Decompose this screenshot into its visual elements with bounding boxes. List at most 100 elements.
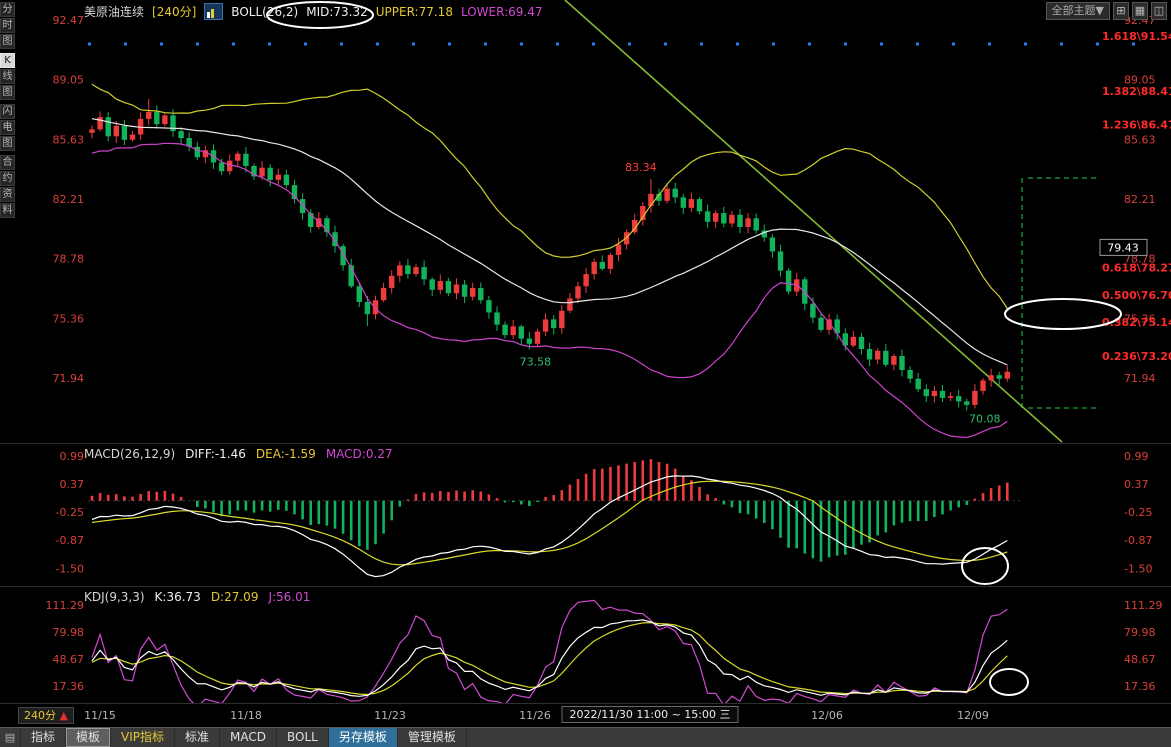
sidebar-item-1[interactable]: 分时图 (0, 2, 17, 49)
svg-text:1.382\88.41: 1.382\88.41 (1102, 85, 1171, 98)
svg-text:-0.25: -0.25 (56, 506, 84, 519)
svg-text:92.47: 92.47 (53, 14, 85, 27)
chart-canvas[interactable]: 92.4792.4789.0589.0585.6385.6382.2182.21… (0, 0, 1171, 747)
svg-text:79.98: 79.98 (53, 626, 85, 639)
date-label: 11/15 (84, 709, 116, 722)
candlestick-icon (204, 3, 223, 20)
svg-text:111.29: 111.29 (1124, 599, 1163, 612)
svg-text:0.500\76.70: 0.500\76.70 (1102, 289, 1171, 302)
svg-text:-0.87: -0.87 (56, 534, 84, 547)
sidebar-char: 线 (0, 69, 15, 84)
svg-text:0.236\73.20: 0.236\73.20 (1102, 350, 1171, 363)
svg-text:79.98: 79.98 (1124, 626, 1156, 639)
svg-text:0.99: 0.99 (60, 450, 85, 463)
date-label: 12/06 (811, 709, 843, 722)
svg-text:48.67: 48.67 (53, 653, 85, 666)
theme-dropdown[interactable]: 全部主题▼ (1046, 2, 1110, 20)
sidebar-item-3[interactable]: 闪电图 (0, 104, 17, 151)
kdj-d-value: D:27.09 (211, 590, 259, 604)
macd-macd-value: MACD:0.27 (326, 447, 393, 461)
svg-text:75.36: 75.36 (1124, 312, 1156, 325)
kdj-j-value: J:56.01 (268, 590, 310, 604)
svg-text:89.05: 89.05 (53, 74, 85, 87)
sidebar-char: K (0, 53, 15, 68)
kdj-k-value: K:36.73 (155, 590, 201, 604)
sidebar-char: 图 (0, 85, 15, 100)
svg-text:89.05: 89.05 (1124, 74, 1156, 87)
sidebar-char: 资 (0, 187, 15, 202)
indicator-name: BOLL(26,2) (231, 5, 298, 19)
bottom-tab-8[interactable]: 管理模板 (398, 728, 467, 747)
svg-text:17.36: 17.36 (1124, 680, 1156, 693)
selected-bar-time: 2022/11/30 11:00 ~ 15:00 三 (561, 706, 738, 723)
sidebar-char: 电 (0, 120, 15, 135)
svg-text:0.99: 0.99 (1124, 450, 1149, 463)
bottom-tab-4[interactable]: 标准 (175, 728, 220, 747)
boll-mid-value: MID:73.32 (306, 5, 368, 19)
symbol-title: 美原油连续 (84, 3, 144, 20)
sidebar-item-4[interactable]: 合约资料 (0, 155, 17, 218)
svg-text:83.34: 83.34 (625, 161, 657, 174)
bottom-tab-3[interactable]: VIP指标 (111, 728, 175, 747)
period-selector[interactable]: 240分 ▲ (18, 707, 74, 724)
app-window: 分时图K线图闪电图合约资料 美原油连续 [240分] BOLL(26,2) MI… (0, 0, 1171, 747)
svg-text:17.36: 17.36 (53, 680, 85, 693)
chart-header: 美原油连续 [240分] BOLL(26,2) MID:73.32 UPPER:… (84, 3, 542, 20)
kdj-header: KDJ(9,3,3) K:36.73 D:27.09 J:56.01 (84, 590, 310, 604)
svg-text:82.21: 82.21 (53, 193, 85, 206)
bottom-tab-2[interactable]: 模板 (66, 728, 111, 747)
svg-text:48.67: 48.67 (1124, 653, 1156, 666)
svg-text:-1.50: -1.50 (1124, 562, 1152, 575)
svg-text:82.21: 82.21 (1124, 193, 1156, 206)
svg-text:1.618\91.54: 1.618\91.54 (1102, 30, 1171, 43)
date-label: 11/23 (374, 709, 406, 722)
annotation-circle (962, 548, 1008, 584)
period-up-arrow-icon: ▲ (60, 709, 68, 722)
kdj-title: KDJ(9,3,3) (84, 590, 145, 604)
svg-text:-0.25: -0.25 (1124, 506, 1152, 519)
sidebar-char: 料 (0, 203, 15, 218)
annotation-circle (1005, 299, 1121, 329)
bottom-tab-1[interactable]: 指标 (21, 728, 66, 747)
svg-text:71.94: 71.94 (53, 372, 85, 385)
panel-list-icon[interactable]: ▤ (0, 728, 21, 747)
svg-text:85.63: 85.63 (53, 133, 85, 146)
svg-text:1.236\86.47: 1.236\86.47 (1102, 119, 1171, 132)
svg-text:-1.50: -1.50 (56, 562, 84, 575)
window-icons: ⊞▦◫ (1113, 2, 1167, 20)
sidebar-char: 约 (0, 171, 15, 186)
svg-text:73.58: 73.58 (520, 355, 552, 368)
date-label: 11/18 (230, 709, 262, 722)
sidebar-item-2[interactable]: K线图 (0, 53, 17, 100)
candles-layer (89, 99, 1010, 410)
svg-text:79.43: 79.43 (1107, 241, 1139, 254)
sidebar-char: 图 (0, 34, 15, 49)
svg-text:0.382\75.14: 0.382\75.14 (1102, 316, 1171, 329)
top-toolbar: 全部主题▼ ⊞▦◫ (1046, 2, 1167, 20)
svg-text:71.94: 71.94 (1124, 372, 1156, 385)
main-price-pane (88, 0, 1165, 442)
grid-layout-icon[interactable]: ▦ (1132, 2, 1148, 20)
macd-header: MACD(26,12,9) DIFF:-1.46 DEA:-1.59 MACD:… (84, 447, 393, 461)
split-window-icon[interactable]: ◫ (1151, 2, 1167, 20)
boll-lower-value: LOWER:69.47 (461, 5, 543, 19)
svg-text:0.618\78.27: 0.618\78.27 (1102, 262, 1171, 275)
svg-text:78.78: 78.78 (53, 253, 85, 266)
annotation-circle (990, 669, 1028, 695)
svg-text:-0.87: -0.87 (1124, 534, 1152, 547)
sidebar-char: 分 (0, 2, 15, 17)
bottom-tab-6[interactable]: BOLL (277, 728, 329, 747)
add-window-icon[interactable]: ⊞ (1113, 2, 1129, 20)
sidebar-char: 时 (0, 18, 15, 33)
macd-title: MACD(26,12,9) (84, 447, 175, 461)
kdj-pane (92, 600, 1007, 707)
macd-diff-value: DIFF:-1.46 (185, 447, 246, 461)
bottom-tabs: 指标模板VIP指标标准MACDBOLL另存模板管理模板 (21, 728, 467, 747)
bottom-tab-bar: ▤ 指标模板VIP指标标准MACDBOLL另存模板管理模板 (0, 727, 1171, 747)
date-label: 11/26 (519, 709, 551, 722)
left-sidebar: 分时图K线图闪电图合约资料 (0, 2, 17, 218)
svg-text:0.37: 0.37 (60, 478, 85, 491)
bottom-tab-5[interactable]: MACD (220, 728, 277, 747)
bottom-tab-7[interactable]: 另存模板 (329, 728, 398, 747)
period-tag: [240分] (152, 3, 196, 20)
